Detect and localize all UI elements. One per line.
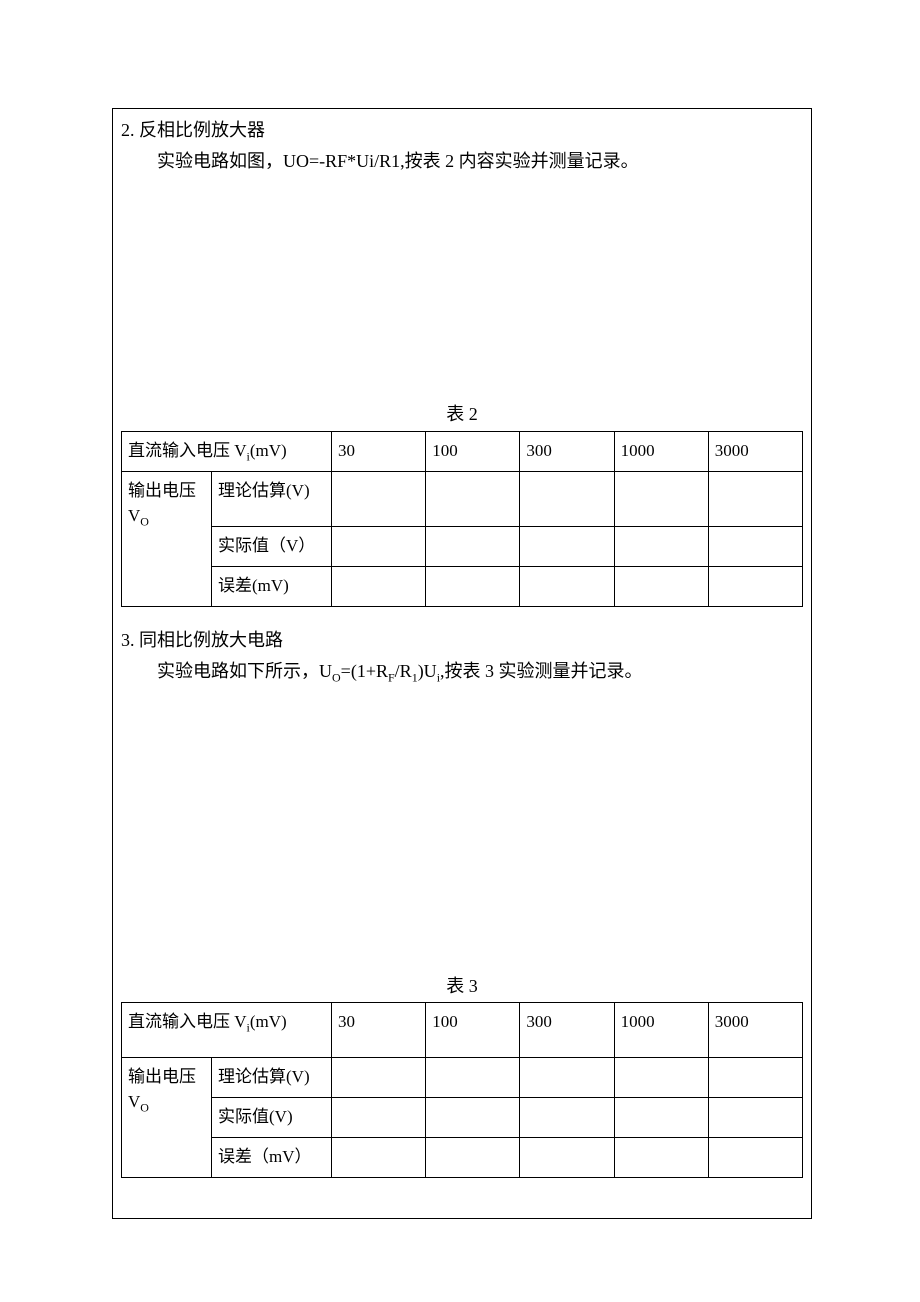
cell <box>708 1057 802 1097</box>
table-3-caption: 表 3 <box>121 970 803 1002</box>
cell <box>708 1137 802 1177</box>
cell <box>614 1137 708 1177</box>
text: V <box>128 506 140 525</box>
section-3-body: 实验电路如下所示，UO=(1+RF/R1)Ui,按表 3 实验测量并记录。 <box>121 656 803 688</box>
page-content: 2. 反相比例放大器 实验电路如图，UO=-RF*Ui/R1,按表 2 内容实验… <box>113 109 811 1218</box>
cell <box>614 526 708 566</box>
col-header: 3000 <box>708 431 802 471</box>
text: (mV) <box>250 1012 287 1031</box>
cell <box>614 1057 708 1097</box>
cell <box>332 1057 426 1097</box>
table-row: 误差(mV) <box>122 566 803 606</box>
cell <box>426 526 520 566</box>
row-label: 误差（mV） <box>212 1137 332 1177</box>
cell <box>520 1097 614 1137</box>
text: 输出电压 <box>128 481 196 500</box>
cell <box>332 471 426 526</box>
col-header: 100 <box>426 1002 520 1057</box>
row-label: 理论估算(V) <box>212 1057 332 1097</box>
table-row: 直流输入电压 Vi(mV) 30 100 300 1000 3000 <box>122 1002 803 1057</box>
section-2-body: 实验电路如图，UO=-RF*Ui/R1,按表 2 内容实验并测量记录。 <box>121 146 803 177</box>
cell <box>708 566 802 606</box>
row-label: 理论估算(V) <box>212 471 332 526</box>
col-header: 300 <box>520 1002 614 1057</box>
col-header: 30 <box>332 1002 426 1057</box>
cell <box>332 1137 426 1177</box>
table-row: 输出电压 VO 理论估算(V) <box>122 471 803 526</box>
cell <box>520 566 614 606</box>
col-header: 1000 <box>614 1002 708 1057</box>
text: 直流输入电压 V <box>128 1012 247 1031</box>
col-header: 30 <box>332 431 426 471</box>
figure-placeholder-3 <box>121 688 803 968</box>
row-label: 实际值(V) <box>212 1097 332 1137</box>
col-header: 1000 <box>614 431 708 471</box>
col-header: 3000 <box>708 1002 802 1057</box>
cell <box>520 526 614 566</box>
figure-placeholder-2 <box>121 176 803 396</box>
page-frame: 2. 反相比例放大器 实验电路如图，UO=-RF*Ui/R1,按表 2 内容实验… <box>112 108 812 1219</box>
table-2-caption: 表 2 <box>121 398 803 430</box>
col-header: 300 <box>520 431 614 471</box>
row-label: 误差(mV) <box>212 566 332 606</box>
col-header: 100 <box>426 431 520 471</box>
header-input-voltage: 直流输入电压 Vi(mV) <box>122 1002 332 1057</box>
table-row: 误差（mV） <box>122 1137 803 1177</box>
text: 表 2 <box>423 151 455 171</box>
row-label: 实际值（V） <box>212 526 332 566</box>
table-row: 直流输入电压 Vi(mV) 30 100 300 1000 3000 <box>122 431 803 471</box>
table-row: 实际值(V) <box>122 1097 803 1137</box>
section-3-title: 3. 同相比例放大电路 <box>121 625 803 656</box>
text: /R <box>395 661 412 681</box>
cell <box>520 471 614 526</box>
cell <box>708 471 802 526</box>
text: V <box>128 1092 140 1111</box>
cell <box>614 471 708 526</box>
text: 内容实验并测量记录。 <box>454 151 639 171</box>
cell <box>708 526 802 566</box>
cell <box>708 1097 802 1137</box>
text: (mV) <box>250 441 287 460</box>
text: 实验电路如下所示，U <box>157 661 332 681</box>
subscript: F <box>388 670 395 684</box>
text: 实验电路如图，UO=-RF*Ui/R1,按 <box>157 151 423 171</box>
table-row: 输出电压 VO 理论估算(V) <box>122 1057 803 1097</box>
text: ,按表 3 实验测量并记录。 <box>440 661 643 681</box>
table-row: 实际值（V） <box>122 526 803 566</box>
subscript: O <box>140 1101 149 1115</box>
header-input-voltage: 直流输入电压 Vi(mV) <box>122 431 332 471</box>
cell <box>520 1057 614 1097</box>
cell <box>332 566 426 606</box>
text: =(1+R <box>341 661 388 681</box>
table-2: 直流输入电压 Vi(mV) 30 100 300 1000 3000 输出电压 … <box>121 431 803 607</box>
cell <box>614 1097 708 1137</box>
table-3: 直流输入电压 Vi(mV) 30 100 300 1000 3000 输出电压 … <box>121 1002 803 1178</box>
text: 直流输入电压 V <box>128 441 247 460</box>
cell <box>614 566 708 606</box>
section-2-title: 2. 反相比例放大器 <box>121 115 803 146</box>
vo-label: 输出电压 VO <box>122 471 212 606</box>
vo-label: 输出电压 VO <box>122 1057 212 1177</box>
cell <box>332 1097 426 1137</box>
text: 输出电压 <box>128 1067 196 1086</box>
cell <box>426 1097 520 1137</box>
cell <box>426 1057 520 1097</box>
text: )U <box>418 661 437 681</box>
cell <box>520 1137 614 1177</box>
subscript: O <box>140 515 149 529</box>
cell <box>426 1137 520 1177</box>
cell <box>426 471 520 526</box>
cell <box>426 566 520 606</box>
subscript: O <box>332 670 341 684</box>
cell <box>332 526 426 566</box>
gap <box>121 607 803 625</box>
